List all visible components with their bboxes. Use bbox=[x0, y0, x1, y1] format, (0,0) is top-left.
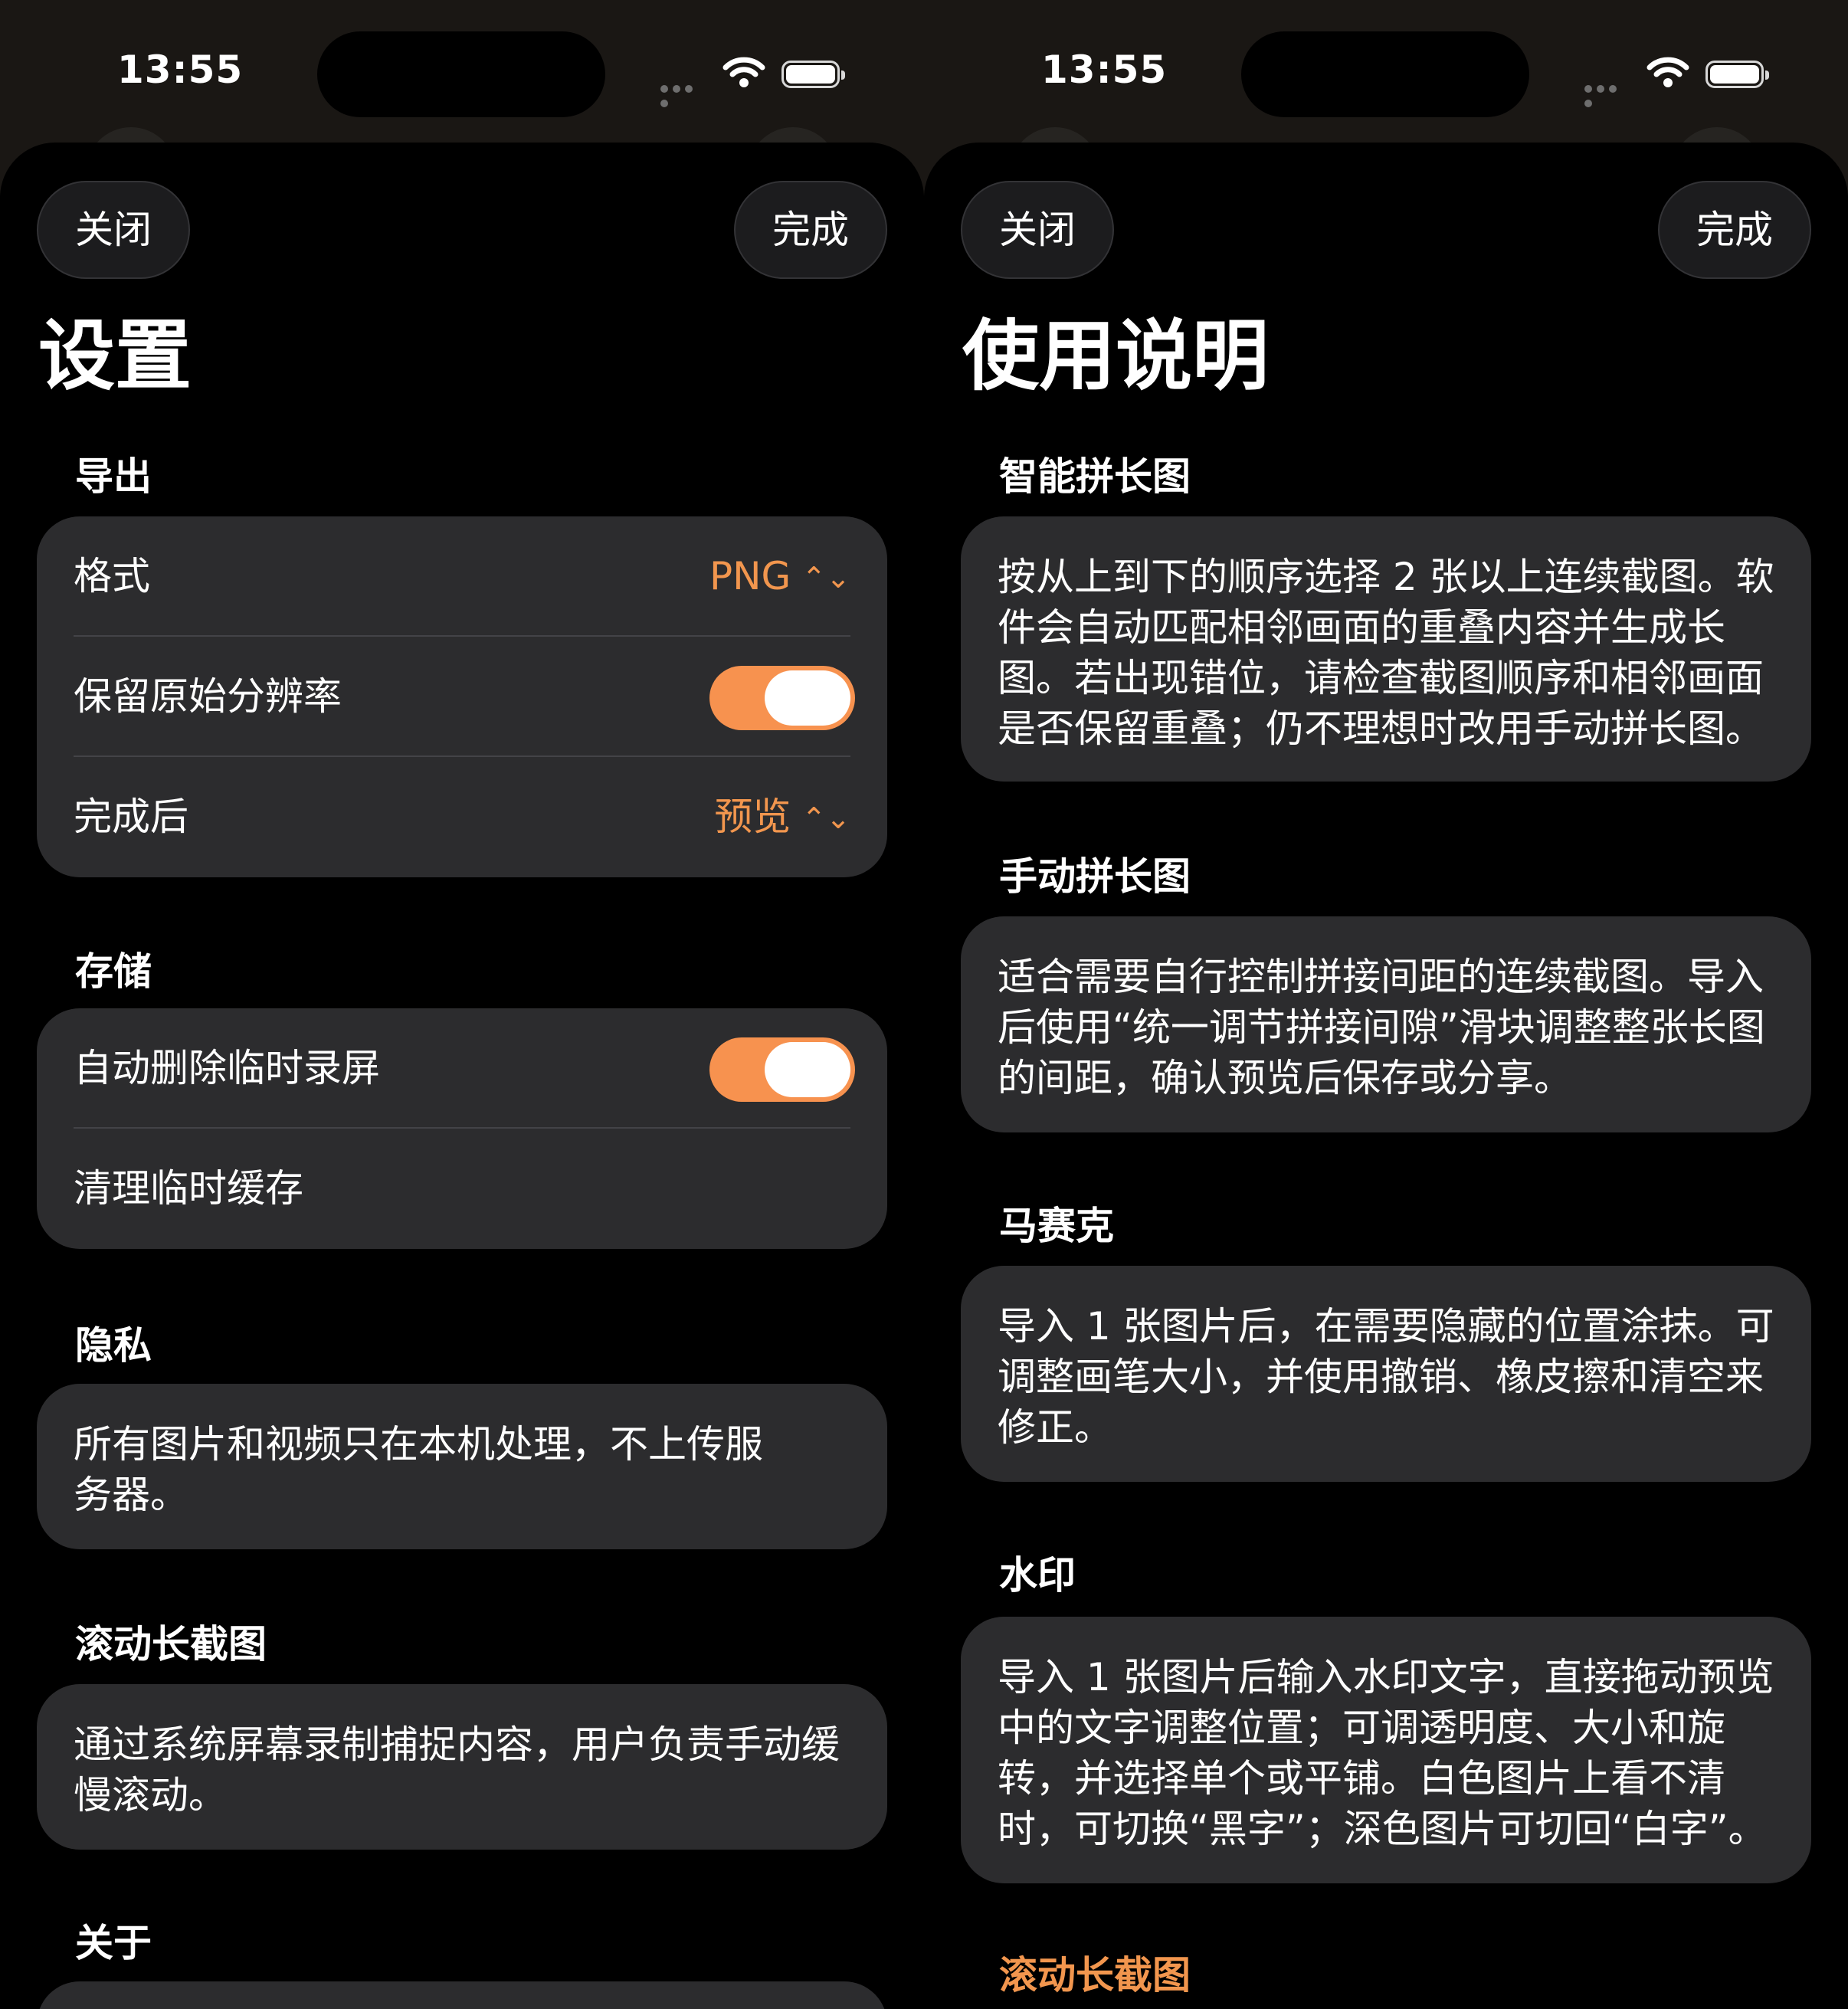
clear-cache-row[interactable]: 清理临时缓存 bbox=[74, 1129, 850, 1249]
section-header-storage: 存储 bbox=[75, 949, 152, 994]
section-header-manual-stitch: 手动拼长图 bbox=[999, 854, 1191, 899]
wifi-icon bbox=[1646, 57, 1689, 87]
status-bar: 13:55 bbox=[924, 0, 1848, 138]
status-time: 13:55 bbox=[117, 48, 244, 92]
after-done-picker[interactable]: 预览 ⌃⌄ bbox=[714, 757, 850, 879]
section-header-scroll: 滚动长截图 bbox=[75, 1622, 267, 1667]
dynamic-island bbox=[1241, 31, 1529, 117]
section-header-watermark: 水印 bbox=[999, 1553, 1076, 1598]
wifi-icon bbox=[722, 57, 765, 87]
help-sheet: 关闭 完成 使用说明 智能拼长图 按从上到下的顺序选择 2 张以上连续截图。软件… bbox=[924, 143, 1848, 2009]
mosaic-text: 导入 1 张图片后，在需要隐藏的位置涂抹。可调整画笔大小，并使用撤销、橡皮擦和清… bbox=[998, 1304, 1774, 1450]
section-header-export: 导出 bbox=[75, 454, 152, 499]
chevron-up-down-icon: ⌃⌄ bbox=[801, 561, 850, 595]
smart-stitch-card: 按从上到下的顺序选择 2 张以上连续截图。软件会自动匹配相邻画面的重叠内容并生成… bbox=[961, 516, 1811, 782]
about-card bbox=[37, 1981, 887, 2009]
settings-sheet: 关闭 完成 设置 导出 格式 PNG ⌃⌄ 保留原始分辨率 完成后 预览 ⌃⌄ 存储… bbox=[0, 143, 924, 2009]
auto-delete-toggle[interactable] bbox=[709, 1037, 855, 1102]
manual-stitch-card: 适合需要自行控制拼接间距的连续截图。导入后使用“统一调节拼接间隙”滑块调整整张长… bbox=[961, 916, 1811, 1132]
after-done-row[interactable]: 完成后 预览 ⌃⌄ bbox=[74, 757, 850, 877]
privacy-card: 所有图片和视频只在本机处理，不上传服务器。 bbox=[37, 1384, 887, 1549]
format-value: PNG bbox=[709, 554, 791, 598]
mosaic-card: 导入 1 张图片后，在需要隐藏的位置涂抹。可调整画笔大小，并使用撤销、橡皮擦和清… bbox=[961, 1266, 1811, 1482]
section-header-privacy: 隐私 bbox=[75, 1323, 152, 1368]
section-header-smart-stitch: 智能拼长图 bbox=[999, 454, 1191, 499]
dynamic-island bbox=[317, 31, 605, 117]
smart-stitch-text: 按从上到下的顺序选择 2 张以上连续截图。软件会自动匹配相邻画面的重叠内容并生成… bbox=[998, 555, 1774, 751]
privacy-text: 所有图片和视频只在本机处理，不上传服务器。 bbox=[74, 1422, 763, 1517]
keep-resolution-label: 保留原始分辨率 bbox=[74, 674, 342, 719]
format-label: 格式 bbox=[74, 554, 150, 598]
watermark-text: 导入 1 张图片后输入水印文字，直接拖动预览中的文字调整位置；可调透明度、大小和… bbox=[998, 1655, 1774, 1851]
chevron-up-down-icon: ⌃⌄ bbox=[801, 801, 850, 835]
cellular-signal-icon bbox=[1584, 81, 1632, 107]
export-card: 格式 PNG ⌃⌄ 保留原始分辨率 完成后 预览 ⌃⌄ bbox=[37, 516, 887, 877]
settings-screen: 13:55 关闭 完成 设置 导出 格式 PNG ⌃⌄ 保留原始分辨率 完成后 bbox=[0, 0, 924, 2009]
auto-delete-label: 自动删除临时录屏 bbox=[74, 1046, 380, 1090]
format-picker[interactable]: PNG ⌃⌄ bbox=[709, 516, 850, 638]
page-title: 设置 bbox=[38, 311, 192, 401]
watermark-card: 导入 1 张图片后输入水印文字，直接拖动预览中的文字调整位置；可调透明度、大小和… bbox=[961, 1617, 1811, 1883]
storage-card: 自动删除临时录屏 清理临时缓存 bbox=[37, 1008, 887, 1249]
battery-icon bbox=[1705, 61, 1769, 88]
done-button[interactable]: 完成 bbox=[734, 181, 887, 279]
done-button[interactable]: 完成 bbox=[1658, 181, 1811, 279]
help-screen: 13:55 关闭 完成 使用说明 智能拼长图 按从上到下的顺序选择 2 张以上连… bbox=[924, 0, 1848, 2009]
status-time: 13:55 bbox=[1041, 48, 1168, 92]
close-button[interactable]: 关闭 bbox=[37, 181, 190, 279]
clear-cache-label: 清理临时缓存 bbox=[74, 1166, 303, 1211]
after-done-label: 完成后 bbox=[74, 795, 188, 839]
format-row[interactable]: 格式 PNG ⌃⌄ bbox=[74, 516, 850, 637]
after-done-value: 预览 bbox=[714, 795, 791, 839]
manual-stitch-text: 适合需要自行控制拼接间距的连续截图。导入后使用“统一调节拼接间隙”滑块调整整张长… bbox=[998, 955, 1765, 1100]
auto-delete-row: 自动删除临时录屏 bbox=[74, 1008, 855, 1129]
cellular-signal-icon bbox=[660, 81, 708, 107]
section-header-about: 关于 bbox=[75, 1921, 152, 1965]
scroll-text: 通过系统屏幕录制捕捉内容，用户负责手动缓慢滚动。 bbox=[74, 1722, 840, 1817]
section-header-scroll-capture[interactable]: 滚动长截图 bbox=[999, 1945, 1191, 2000]
section-header-mosaic: 马赛克 bbox=[999, 1204, 1114, 1248]
close-button[interactable]: 关闭 bbox=[961, 181, 1114, 279]
keep-resolution-toggle[interactable] bbox=[709, 666, 855, 730]
battery-icon bbox=[781, 61, 845, 88]
scroll-card: 通过系统屏幕录制捕捉内容，用户负责手动缓慢滚动。 bbox=[37, 1684, 887, 1850]
keep-resolution-row: 保留原始分辨率 bbox=[74, 637, 855, 757]
page-title: 使用说明 bbox=[962, 311, 1269, 401]
status-bar: 13:55 bbox=[0, 0, 924, 138]
